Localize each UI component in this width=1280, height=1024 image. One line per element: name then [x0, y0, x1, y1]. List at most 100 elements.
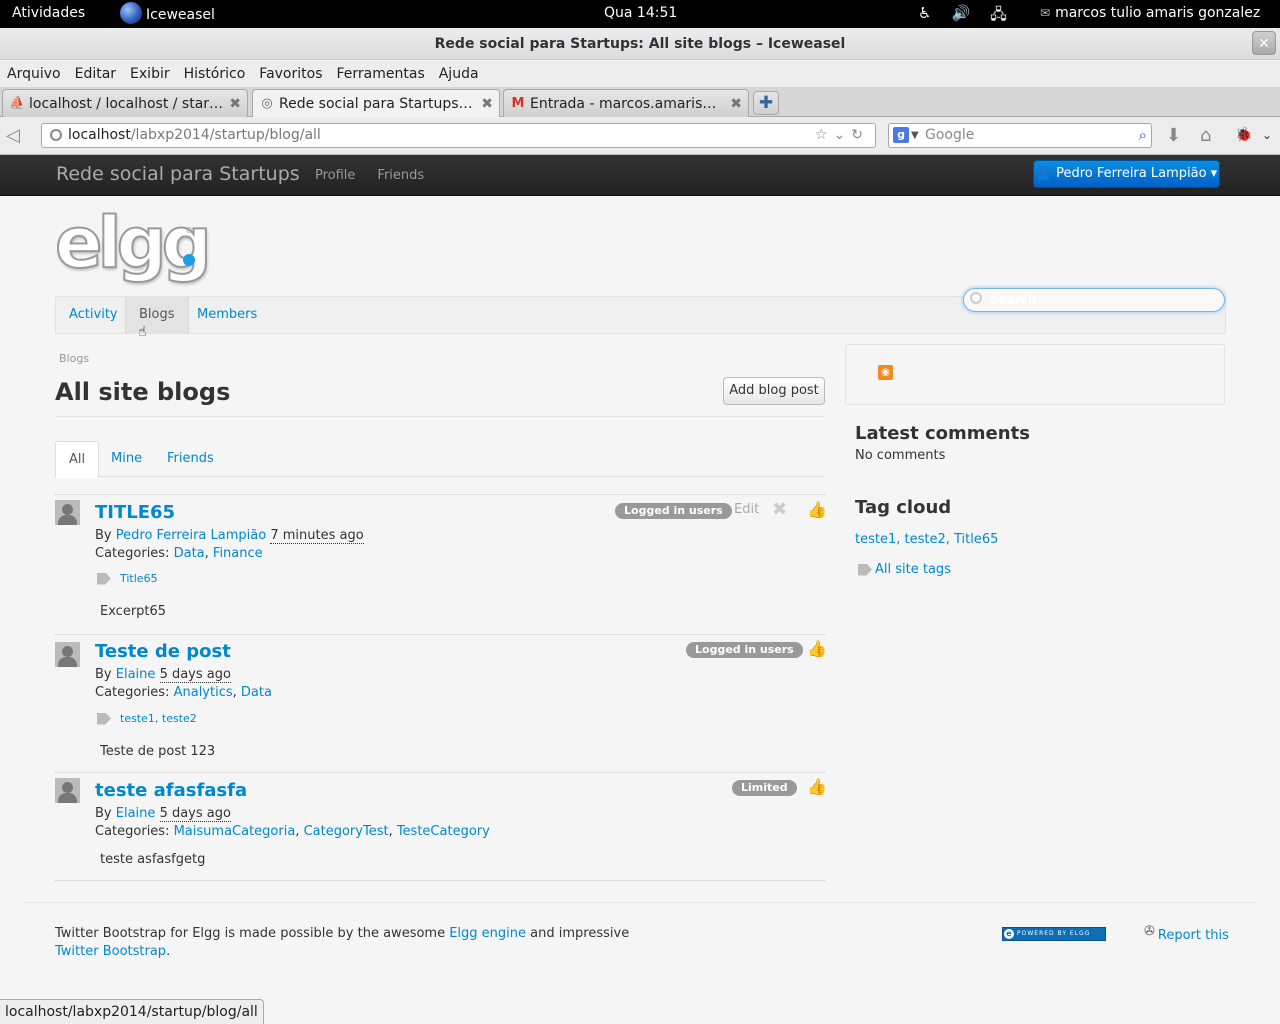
web-search-input[interactable]: g ▼ Google ⌕ [888, 123, 1152, 148]
tab-close-icon[interactable]: ✖ [481, 96, 493, 112]
filter-tab-mine[interactable]: Mine [98, 441, 155, 477]
post-tags: teste1, teste2 [97, 712, 197, 725]
category-link[interactable]: Analytics [174, 685, 233, 700]
url-path: /labxp2014/startup/blog/all [130, 127, 321, 143]
menu-arquivo[interactable]: Arquivo [7, 61, 61, 87]
post-categories: Categories: MaisumaCategoria, CategoryTe… [95, 824, 490, 839]
filter-tab-all[interactable]: All [55, 441, 100, 478]
download-icon[interactable]: ⬇ [1166, 125, 1181, 146]
clock[interactable]: Qua 14:51 [604, 5, 677, 21]
all-site-tags-link[interactable]: All site tags [858, 562, 951, 577]
tag-link[interactable]: Title65 [120, 572, 158, 585]
breadcrumb[interactable]: Blogs [59, 352, 89, 365]
new-tab-icon[interactable]: ✚ [753, 91, 779, 115]
avatar[interactable] [55, 500, 80, 525]
post-author[interactable]: Elaine [116, 667, 156, 682]
tab-close-icon[interactable]: ✖ [229, 96, 241, 112]
menu-editar[interactable]: Editar [75, 61, 116, 87]
app-menu[interactable]: Iceweasel [120, 2, 215, 24]
tag-cloud-link[interactable]: Title65 [954, 532, 998, 547]
tag-link[interactable]: teste2 [162, 712, 197, 725]
category-link[interactable]: TesteCategory [397, 824, 490, 839]
divider [55, 880, 825, 881]
url-bar[interactable]: localhost/labxp2014/startup/blog/all ☆⌄↻ [41, 123, 876, 148]
like-icon[interactable]: 👍 [807, 500, 827, 519]
post-tags: Title65 [97, 572, 158, 585]
search-icon[interactable]: ⌕ [1139, 124, 1147, 147]
post-title[interactable]: teste afasfasfa [95, 780, 247, 801]
user-button-label: Pedro Ferreira Lampião [1056, 166, 1207, 181]
filter-tab-friends[interactable]: Friends [154, 441, 227, 477]
google-icon[interactable]: g [893, 127, 909, 143]
blog-post: Teste de post By Elaine 5 days ago Categ… [55, 634, 827, 772]
topnav-friends[interactable]: Friends [377, 168, 424, 183]
site-search-input[interactable]: Search [963, 288, 1225, 312]
menu-historico[interactable]: Histórico [184, 61, 246, 87]
tab-gmail[interactable]: M Entrada - marcos.amaris@gm... ✖ [503, 89, 749, 117]
post-categories: Categories: Analytics, Data [95, 685, 272, 700]
window-close-icon[interactable]: ✕ [1252, 31, 1276, 55]
tag-cloud-link[interactable]: teste2 [905, 532, 946, 547]
menu-exibir[interactable]: Exibir [130, 61, 170, 87]
volume-icon[interactable]: 🔊 [951, 4, 970, 29]
elgg-engine-link[interactable]: Elgg engine [449, 926, 526, 941]
addon-icon[interactable]: 🐞 [1235, 127, 1252, 143]
menu-chevron-icon[interactable]: ⌄ [1262, 128, 1272, 142]
url-host: localhost [68, 127, 131, 143]
chat-status-icon: ✉ [1040, 6, 1051, 20]
category-link[interactable]: Finance [213, 546, 263, 561]
edit-link[interactable]: Edit [734, 502, 759, 517]
menu-ferramentas[interactable]: Ferramentas [337, 61, 425, 87]
twitter-bootstrap-link[interactable]: Twitter Bootstrap [55, 944, 166, 959]
post-byline: By Elaine 5 days ago [95, 806, 231, 822]
post-excerpt: Teste de post 123 [100, 744, 216, 759]
back-icon[interactable]: ◁ [6, 125, 20, 146]
user-menu[interactable]: ✉ marcos tulio amaris gonzalez [1040, 5, 1260, 21]
like-icon[interactable]: 👍 [807, 639, 827, 658]
report-this-link[interactable]: ✇ Report this [1144, 924, 1229, 943]
powered-by-elgg-badge[interactable]: e POWERED BY ELGG [1002, 927, 1106, 941]
user-dropdown-button[interactable]: 👤 Pedro Ferreira Lampião ▾ [1033, 160, 1220, 188]
menu-ajuda[interactable]: Ajuda [439, 61, 479, 87]
delete-icon[interactable]: ✖ [772, 499, 787, 520]
menu-favoritos[interactable]: Favoritos [259, 61, 322, 87]
tab-close-icon[interactable]: ✖ [730, 96, 742, 112]
navigation-bar: ◁ localhost/labxp2014/startup/blog/all ☆… [0, 117, 1280, 155]
bookmark-star-icon[interactable]: ☆⌄↻ [815, 124, 869, 147]
activities-button[interactable]: Atividades [12, 5, 85, 21]
site-topnav: Profile Friends [315, 168, 424, 183]
tab-phpmyadmin[interactable]: ⛵ localhost / localhost / startu... ✖ [2, 89, 248, 117]
category-link[interactable]: Data [241, 685, 272, 700]
like-icon[interactable]: 👍 [807, 777, 827, 796]
post-title[interactable]: Teste de post [95, 641, 231, 662]
home-icon[interactable]: ⌂ [1200, 125, 1211, 146]
chevron-down-icon[interactable]: ▼ [911, 124, 919, 147]
tag-link[interactable]: teste1 [120, 712, 155, 725]
post-title[interactable]: TITLE65 [95, 502, 175, 523]
tag-cloud: teste1, teste2, Title65 [855, 532, 999, 547]
avatar[interactable] [55, 642, 80, 667]
network-icon[interactable]: 🖧 [990, 4, 1007, 29]
site-identity-icon[interactable] [50, 129, 62, 141]
rss-icon[interactable]: ◉ [878, 365, 893, 380]
category-link[interactable]: Data [174, 546, 205, 561]
category-link[interactable]: CategoryTest [304, 824, 389, 839]
topnav-profile[interactable]: Profile [315, 168, 355, 183]
nav-members[interactable]: Members [184, 297, 270, 333]
elgg-logo[interactable]: elgg ® [54, 201, 213, 286]
tag-icon [858, 563, 872, 576]
post-author[interactable]: Elaine [116, 806, 156, 821]
avatar[interactable] [55, 778, 80, 803]
menu-bar: Arquivo Editar Exibir Histórico Favorito… [0, 61, 1280, 87]
nav-activity[interactable]: Activity [56, 297, 131, 333]
tab-blogs[interactable]: ◎ Rede social para Startups: A... ✖ [252, 89, 500, 118]
site-brand[interactable]: Rede social para Startups [56, 163, 300, 185]
category-link[interactable]: MaisumaCategoria [174, 824, 296, 839]
post-author[interactable]: Pedro Ferreira Lampião [116, 528, 266, 543]
nav-blogs[interactable]: Blogs [125, 297, 189, 333]
app-name: Iceweasel [146, 6, 215, 23]
accessibility-icon[interactable]: ♿ [918, 4, 931, 29]
add-blog-post-button[interactable]: Add blog post [723, 377, 825, 405]
filter-tabs: All Mine Friends [55, 441, 825, 478]
tag-cloud-link[interactable]: teste1 [855, 532, 896, 547]
